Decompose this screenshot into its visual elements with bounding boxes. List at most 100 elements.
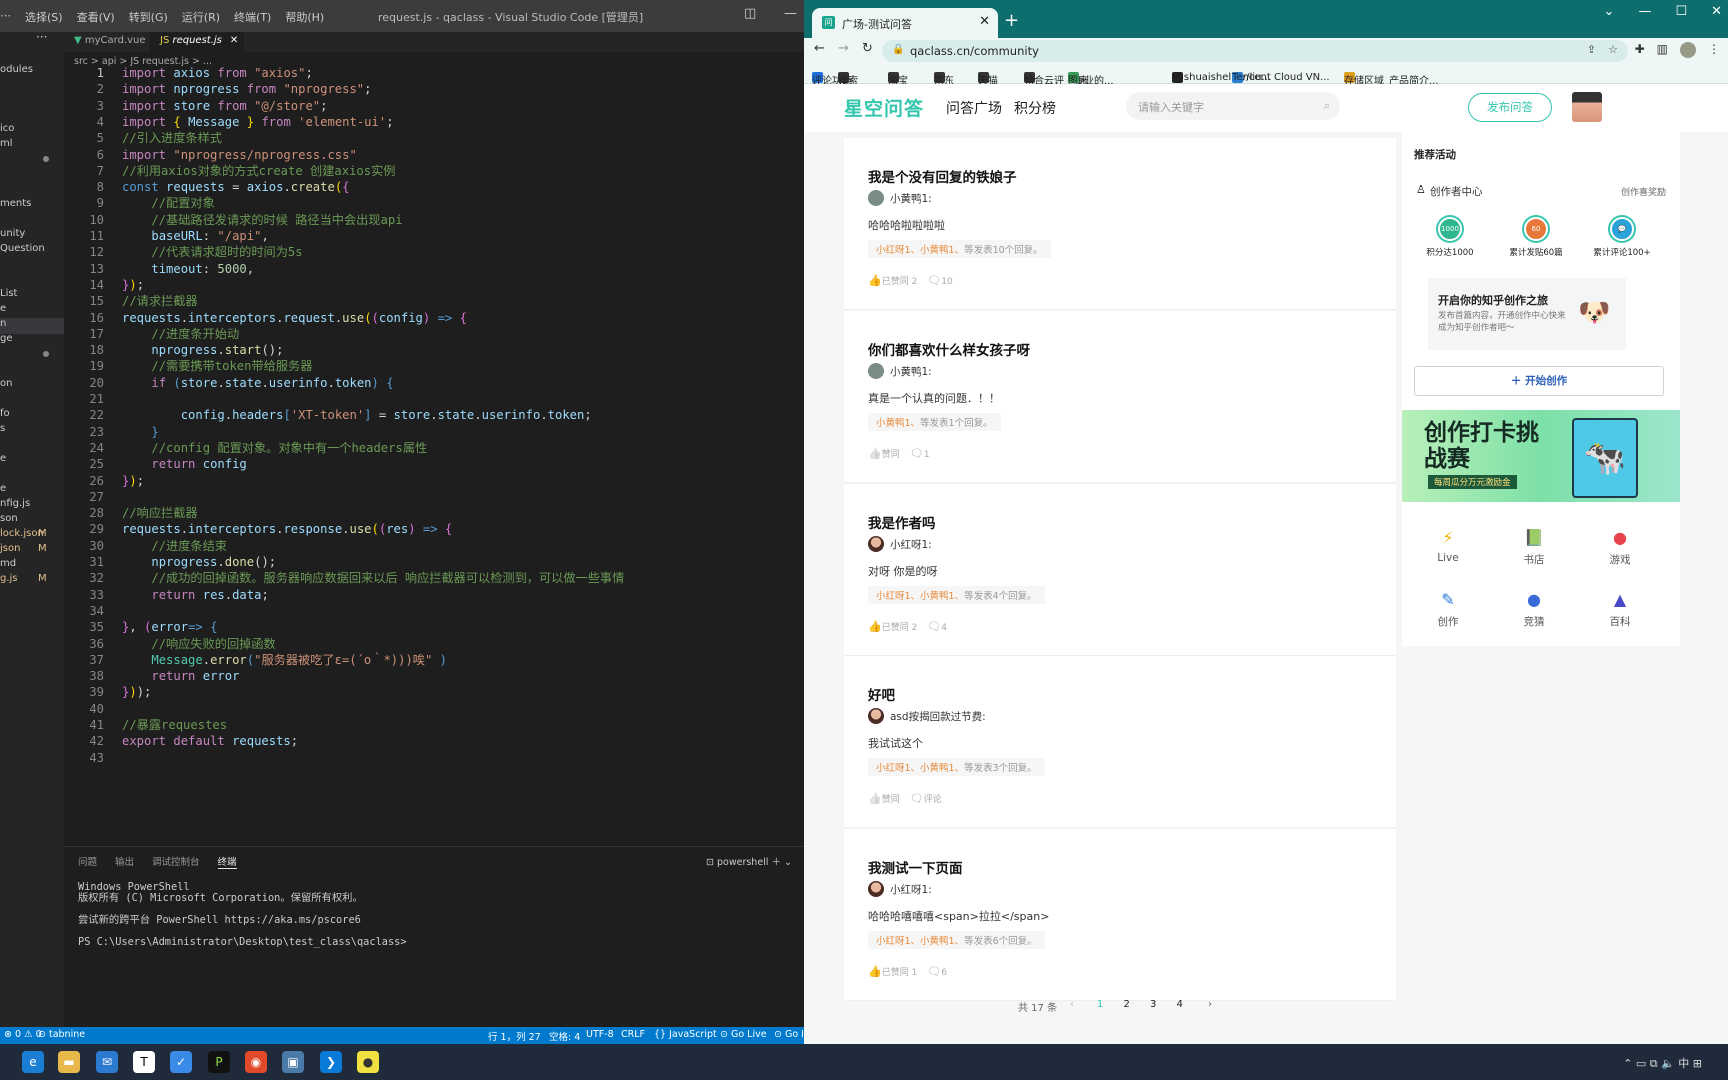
wechat-dev-icon[interactable]: ● [357,1051,379,1073]
explorer-item[interactable]: g.js [0,573,18,584]
like-icon[interactable]: 👍 [868,965,882,978]
question-author[interactable]: 小黄鸭1: [868,190,932,206]
question-author[interactable]: 小红呀1: [868,881,932,898]
explorer-item[interactable]: List [0,288,17,299]
explorer-item[interactable]: unity [0,228,25,239]
question-title[interactable]: 我测试一下页面 [868,857,963,877]
reply-summary[interactable]: 小红呀1、小黄鸭1、等发表10个回复。 [868,240,1051,258]
system-tray[interactable]: ⌃ ▭ ⧉ 🔈 中 ⊞ [1623,1055,1702,1071]
layout-icon[interactable]: ◫ [744,6,756,21]
language-status[interactable]: {} JavaScript [654,1029,717,1040]
question-card[interactable]: 我测试一下页面 小红呀1: 哈哈哈嘻嘻嘻<span>拉拉</span> 小红呀1、小黄… [844,829,1396,1002]
question-title[interactable]: 好吧 [868,684,895,704]
address-bar[interactable]: 🔒 qaclass.cn/community ⇪ ☆ [882,40,1628,62]
problems-status[interactable]: ⊗ 0 ⚠ 0 [4,1029,42,1040]
explorer-item[interactable]: md [0,558,16,569]
code-line[interactable]: 22 config.headers['XT-token'] = store.st… [64,406,804,424]
menu-item[interactable]: 选择(S) [25,9,63,25]
like-icon[interactable]: 👍 [868,792,882,805]
typora-icon[interactable]: T [133,1051,155,1073]
question-card[interactable]: 好吧 asd按揭回款过节费: 我试试这个 小红呀1、小黄鸭1、等发表3个回复。 👍赞同 🗨… [844,656,1396,829]
code-line[interactable]: 19 //需要携带token带给服务器 [64,357,804,375]
question-author[interactable]: asd按揭回款过节费: [868,708,986,725]
code-line[interactable]: 26}); [64,472,804,490]
chrome-icon[interactable]: ◉ [245,1051,267,1073]
code-line[interactable]: 12 //代表请求超时的时间为5s [64,243,804,261]
comment-count[interactable]: 1 [924,450,930,460]
close-window-icon[interactable]: ✕ [1711,4,1722,19]
next-page-icon[interactable]: › [1208,999,1212,1010]
search-input[interactable]: 请输入关键字 ⌕ [1126,92,1340,120]
feature-item[interactable]: ▲ 百科 [1580,590,1660,629]
indent-status[interactable]: 空格: 4 [549,1029,580,1043]
golive-status[interactable]: ⊙ Go Live [720,1029,767,1040]
feature-item[interactable]: ● 游戏 [1580,528,1660,567]
code-line[interactable]: 6 import "nprogress/nprogress.css" [64,146,804,164]
code-line[interactable]: 40 [64,700,804,718]
achievement-badge[interactable]: 60 累计发贴60篇 [1496,217,1576,258]
code-line[interactable]: 23 } [64,423,804,441]
close-tab-icon[interactable]: ✕ [979,14,990,29]
user-avatar[interactable] [1572,92,1602,122]
cursor-position[interactable]: 行 1，列 27 [488,1029,541,1043]
reply-summary[interactable]: 小黄鸭1、等发表1个回复。 [868,412,1001,431]
explorer-item[interactable]: odules [0,64,33,75]
panel-tab[interactable]: 输出 [115,854,134,869]
comment-count[interactable]: 4 [941,623,947,633]
like-label[interactable]: 赞同 [882,450,900,460]
code-line[interactable]: 43 [64,749,804,767]
comment-icon[interactable]: 🗨 [910,792,924,805]
question-title[interactable]: 我是作者吗 [868,512,936,532]
code-line[interactable]: 1 import axios from "axios"; [64,64,804,82]
close-icon[interactable]: ✕ [230,35,238,46]
like-icon[interactable]: 👍 [868,447,882,460]
comment-count[interactable]: 6 [941,968,947,978]
achievement-badge[interactable]: 💬 累计评论100+ [1582,217,1662,258]
code-line[interactable]: 27 [64,488,804,506]
code-line[interactable]: 8 const requests = axios.create({ [64,178,804,196]
share-icon[interactable]: ⇪ [1587,43,1596,56]
eol-status[interactable]: CRLF [621,1029,645,1040]
creator-journey-card[interactable]: 开启你的知乎创作之旅 发布首篇内容，开通创作中心快来成为知乎创作者吧～ 🐶 [1428,278,1626,350]
terminal-selector[interactable]: ⊡ powershell ＋ ⌄ [706,854,792,868]
like-label[interactable]: 已赞同 2 [882,277,918,287]
code-line[interactable]: 5 //引入进度条样式 [64,129,804,147]
like-icon[interactable]: 👍 [868,274,882,287]
code-line[interactable]: 20 if (store.state.userinfo.token) { [64,374,804,392]
start-create-button[interactable]: ＋ 开始创作 [1414,366,1664,396]
explorer-item[interactable]: ico [0,123,14,134]
question-author[interactable]: 小红呀1: [868,535,932,552]
explorer-item[interactable]: son [0,513,18,524]
menu-icon[interactable]: ⋮ [1708,42,1720,58]
reload-icon[interactable]: ↻ [862,41,873,56]
explorer-item[interactable]: s [0,423,5,434]
explorer-item[interactable]: nfig.js [0,498,30,509]
back-icon[interactable]: ← [814,41,825,56]
new-tab-button[interactable]: + [1004,10,1019,31]
code-line[interactable]: 24 //config 配置对象。对象中有一个headers属性 [64,439,804,457]
minimize-icon[interactable]: — [784,6,797,21]
code-line[interactable]: 41 //暴露requestes [64,716,804,734]
explorer-item[interactable]: Question [0,243,45,254]
explorer-item[interactable]: on [0,378,12,389]
golive-status-2[interactable]: ⊙ Go I [774,1029,804,1040]
menu-item[interactable]: 终端(T) [234,9,271,25]
code-line[interactable]: 14}); [64,276,804,294]
add-terminal-icon[interactable]: ＋ ⌄ [768,857,791,868]
like-label[interactable]: 赞同 [882,795,900,805]
code-line[interactable]: 38 return error [64,667,804,685]
menu-item[interactable]: 运行(R) [182,9,220,25]
code-line[interactable]: 31 nprogress.done(); [64,553,804,571]
edge-icon[interactable]: e [22,1051,44,1073]
nav-square[interactable]: 问答广场 [946,98,1002,118]
like-label[interactable]: 已赞同 2 [882,623,918,633]
code-line[interactable]: 3 import store from "@/store"; [64,97,804,115]
code-line[interactable]: 30 //进度条结束 [64,537,804,555]
explorer-item[interactable]: json [0,543,20,554]
comment-count[interactable]: 10 [941,277,952,287]
menu-more-icon[interactable]: ⋯ [0,9,11,25]
tab-mycard[interactable]: ▼ myCard.vue [64,32,150,52]
comment-icon[interactable]: 🗨 [910,447,924,460]
feishu-icon[interactable]: ✓ [170,1051,192,1073]
extensions-icon[interactable]: ✚ [1635,42,1645,58]
